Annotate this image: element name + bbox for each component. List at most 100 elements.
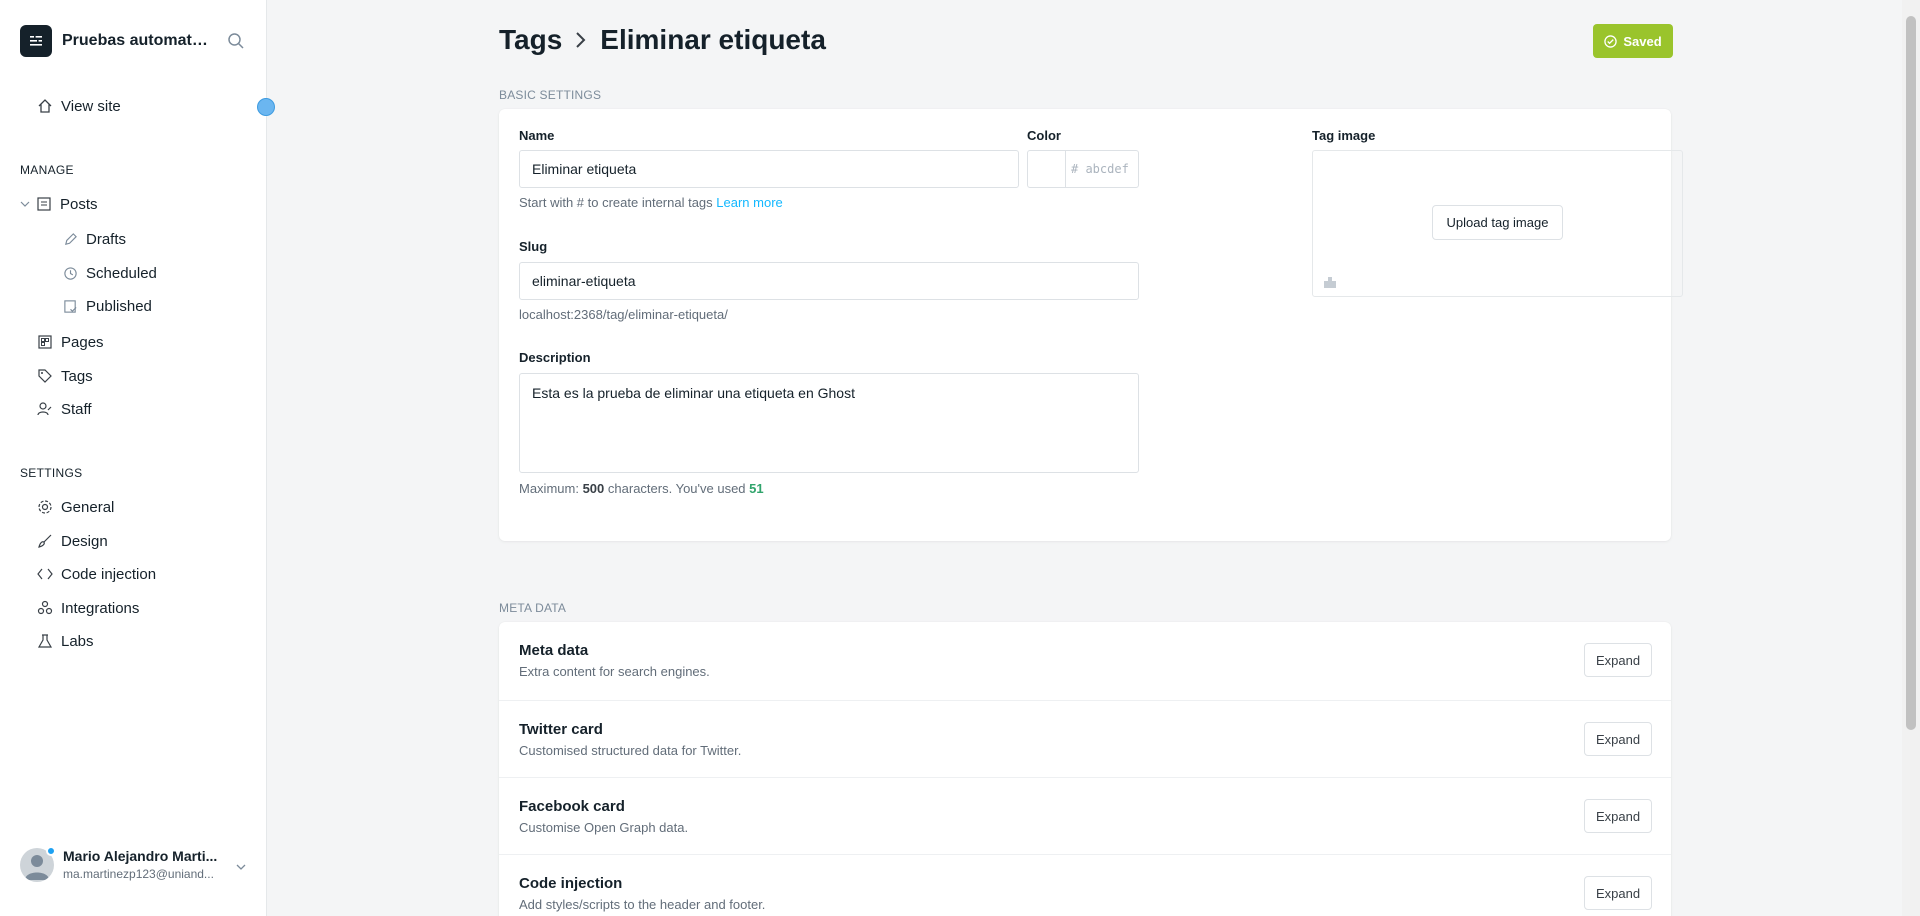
chevron-right-icon — [574, 31, 588, 49]
tag-icon — [38, 369, 52, 383]
used-count: 51 — [749, 481, 764, 496]
used-text: characters. You've used — [607, 481, 746, 496]
search-icon[interactable] — [227, 32, 245, 55]
tag-image-label: Tag image — [1312, 128, 1376, 143]
color-label: Color — [1027, 128, 1061, 143]
site-logo-icon — [20, 25, 52, 57]
slug-label: Slug — [519, 239, 548, 254]
saved-button[interactable]: Saved — [1593, 24, 1673, 58]
expand-facebook-button[interactable]: Expand — [1584, 799, 1652, 833]
nav-scheduled-label: Scheduled — [86, 264, 157, 282]
nav-scheduled[interactable]: Scheduled — [63, 259, 157, 287]
nav-code-injection[interactable]: Code injection — [37, 560, 156, 588]
expand-code-injection-button[interactable]: Expand — [1584, 876, 1652, 910]
nav-integrations-label: Integrations — [61, 599, 140, 617]
expand-meta-data-button[interactable]: Expand — [1584, 643, 1652, 677]
nav-drafts-label: Drafts — [86, 230, 127, 248]
code-icon — [37, 568, 53, 580]
nav-view-site-label: View site — [61, 97, 121, 115]
breadcrumb: Tags Eliminar etiqueta — [499, 24, 826, 56]
max-prefix: Maximum: — [519, 481, 579, 496]
nav-labs-label: Labs — [61, 632, 94, 650]
meta-row-subtitle: Customised structured data for Twitter. — [519, 743, 742, 758]
nav-staff[interactable]: Staff — [37, 395, 92, 423]
meta-row-title: Facebook card — [519, 798, 625, 815]
meta-row-subtitle: Extra content for search engines. — [519, 664, 710, 679]
description-textarea[interactable]: Esta es la prueba de eliminar una etique… — [519, 373, 1139, 473]
meta-data-title: META DATA — [499, 601, 567, 615]
status-dot — [46, 846, 56, 856]
nav-design-label: Design — [61, 532, 108, 550]
color-input[interactable]: # abcdef — [1071, 162, 1129, 176]
manage-section-label: MANAGE — [20, 163, 74, 177]
meta-row-subtitle: Add styles/scripts to the header and foo… — [519, 897, 766, 912]
tag-image-dropzone[interactable]: Upload tag image — [1312, 150, 1683, 297]
upload-tag-image-button[interactable]: Upload tag image — [1432, 205, 1563, 240]
sidebar: Pruebas automatiz... View site MANAGE Po… — [0, 0, 275, 916]
name-input[interactable]: Eliminar etiqueta — [519, 150, 1019, 188]
scrollbar-thumb[interactable] — [1906, 16, 1916, 730]
nav-drafts[interactable]: Drafts — [63, 225, 126, 253]
main-content: Tags Eliminar etiqueta Saved BASIC SETTI… — [267, 0, 1900, 916]
nav-integrations[interactable]: Integrations — [37, 594, 139, 622]
color-swatch[interactable] — [1028, 151, 1066, 187]
meta-row-meta-data: Meta data Extra content for search engin… — [499, 622, 1671, 700]
settings-section-label: SETTINGS — [20, 466, 83, 480]
nav-general[interactable]: General — [37, 493, 114, 521]
image-icon — [1323, 275, 1337, 294]
page-title: Eliminar etiqueta — [600, 24, 826, 55]
meta-row-title: Twitter card — [519, 721, 603, 738]
basic-settings-title: BASIC SETTINGS — [499, 88, 602, 102]
meta-row-twitter: Twitter card Customised structured data … — [499, 700, 1671, 778]
name-label: Name — [519, 128, 555, 143]
name-hint: Start with # to create internal tags Lea… — [519, 195, 783, 210]
learn-more-link[interactable]: Learn more — [716, 195, 782, 210]
check-circle-icon — [1604, 34, 1618, 48]
nav-staff-label: Staff — [61, 400, 92, 418]
flask-icon — [37, 634, 53, 648]
name-hint-text: Start with # to create internal tags — [519, 195, 713, 210]
chevron-down-icon[interactable] — [20, 199, 30, 209]
pencil-icon — [65, 232, 77, 245]
brush-icon — [38, 534, 52, 548]
slug-url: localhost:2368/tag/eliminar-etiqueta/ — [519, 307, 728, 322]
staff-icon — [37, 402, 52, 416]
basic-settings-card: Name Eliminar etiqueta Start with # to c… — [499, 109, 1683, 541]
meta-row-subtitle: Customise Open Graph data. — [519, 820, 689, 835]
gear-icon — [38, 500, 52, 514]
meta-row-title: Meta data — [519, 642, 589, 659]
expand-twitter-button[interactable]: Expand — [1584, 722, 1652, 756]
description-label: Description — [519, 350, 591, 365]
color-field[interactable]: # abcdef — [1027, 150, 1139, 188]
slug-input[interactable]: eliminar-etiqueta — [519, 262, 1139, 300]
nav-posts-label: Posts — [60, 195, 98, 213]
user-name: Mario Alejandro Marti... — [63, 848, 218, 864]
breadcrumb-tags-link[interactable]: Tags — [499, 24, 562, 56]
nav-pages[interactable]: Pages — [37, 328, 104, 356]
brand[interactable]: Pruebas automatiz... — [20, 25, 270, 57]
site-title: Pruebas automatiz... — [62, 32, 212, 49]
description-counter: Maximum: 500 characters. You've used 51 — [519, 481, 764, 496]
meta-row-code-injection: Code injection Add styles/scripts to the… — [499, 854, 1671, 916]
saved-button-label: Saved — [1623, 33, 1662, 49]
nav-general-label: General — [61, 498, 115, 516]
user-email: ma.martinezp123@uniand... — [63, 867, 214, 881]
nav-published-label: Published — [86, 297, 152, 315]
integrations-icon — [37, 600, 53, 615]
nav-code-injection-label: Code injection — [61, 565, 157, 583]
user-menu[interactable]: Mario Alejandro Marti... ma.martinezp123… — [20, 846, 250, 888]
nav-published[interactable]: Published — [63, 292, 152, 320]
nav-design[interactable]: Design — [37, 527, 108, 555]
home-icon — [38, 99, 52, 113]
nav-tags[interactable]: Tags — [37, 362, 93, 390]
chevron-down-icon[interactable] — [235, 860, 247, 878]
published-icon — [64, 299, 77, 313]
nav-posts[interactable]: Posts — [20, 190, 98, 218]
pages-icon — [38, 335, 52, 349]
meta-row-title: Code injection — [519, 875, 623, 892]
posts-icon — [37, 197, 51, 211]
nav-view-site[interactable]: View site — [37, 92, 121, 120]
nav-pages-label: Pages — [61, 333, 104, 351]
nav-labs[interactable]: Labs — [37, 627, 94, 655]
scrollbar[interactable] — [1902, 0, 1920, 916]
